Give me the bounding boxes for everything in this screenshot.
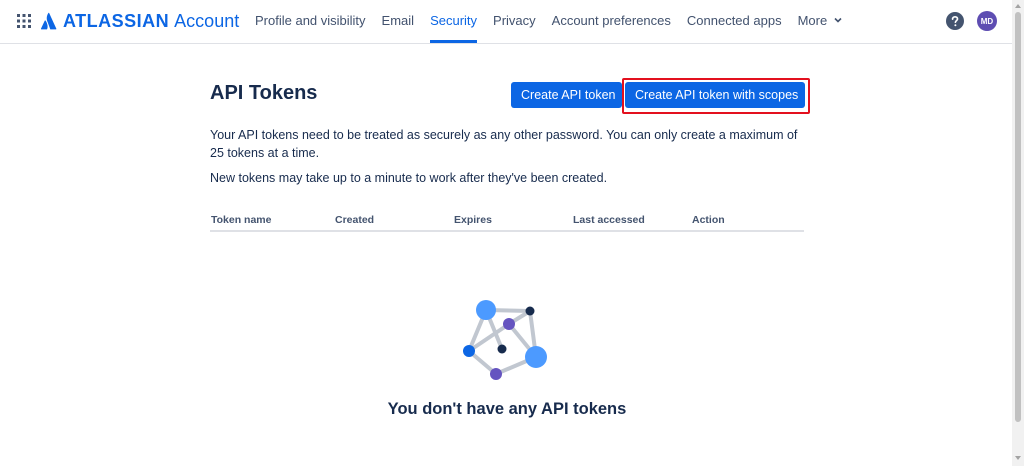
- scroll-down-arrow-icon[interactable]: [1015, 456, 1021, 460]
- user-avatar[interactable]: MD: [977, 11, 997, 31]
- help-icon[interactable]: [946, 12, 964, 30]
- nav-more[interactable]: More: [790, 0, 850, 43]
- column-header-action: Action: [692, 214, 725, 226]
- page-title: API Tokens: [210, 82, 318, 104]
- token-delay-description: New tokens may take up to a minute to wo…: [210, 171, 608, 185]
- vertical-scrollbar[interactable]: [1012, 0, 1024, 466]
- app-switcher-icon[interactable]: [17, 14, 31, 28]
- column-header-expires: Expires: [454, 214, 492, 226]
- tokens-table-header: Token name Created Expires Last accessed…: [210, 212, 804, 232]
- token-security-description: Your API tokens need to be treated as se…: [210, 128, 798, 160]
- top-navigation-bar: ATLASSIAN Account Profile and visibility…: [0, 0, 1012, 44]
- product-name: Account: [174, 10, 240, 31]
- main-nav: Profile and visibility Email Security Pr…: [247, 0, 850, 43]
- nav-privacy[interactable]: Privacy: [485, 0, 544, 43]
- nav-account-preferences[interactable]: Account preferences: [544, 0, 679, 43]
- scrollbar-thumb[interactable]: [1015, 12, 1021, 422]
- nav-profile-and-visibility[interactable]: Profile and visibility: [247, 0, 374, 43]
- column-header-token-name: Token name: [211, 214, 272, 226]
- empty-tokens-illustration-icon: [463, 300, 547, 380]
- highlight-annotation: [622, 78, 810, 114]
- atlassian-account-logo[interactable]: ATLASSIAN Account: [41, 10, 239, 32]
- empty-state-message: You don't have any API tokens: [387, 400, 627, 418]
- chevron-down-icon: [834, 17, 842, 23]
- scroll-up-arrow-icon[interactable]: [1015, 4, 1021, 8]
- nav-more-label: More: [797, 13, 828, 28]
- column-header-last-accessed: Last accessed: [573, 214, 645, 226]
- atlassian-logo-icon: [41, 12, 57, 30]
- create-api-token-button[interactable]: Create API token: [511, 82, 622, 108]
- column-header-created: Created: [335, 214, 375, 226]
- nav-connected-apps[interactable]: Connected apps: [679, 0, 790, 43]
- nav-security[interactable]: Security: [422, 0, 485, 43]
- brand-name: ATLASSIAN: [63, 10, 170, 31]
- nav-email[interactable]: Email: [374, 0, 423, 43]
